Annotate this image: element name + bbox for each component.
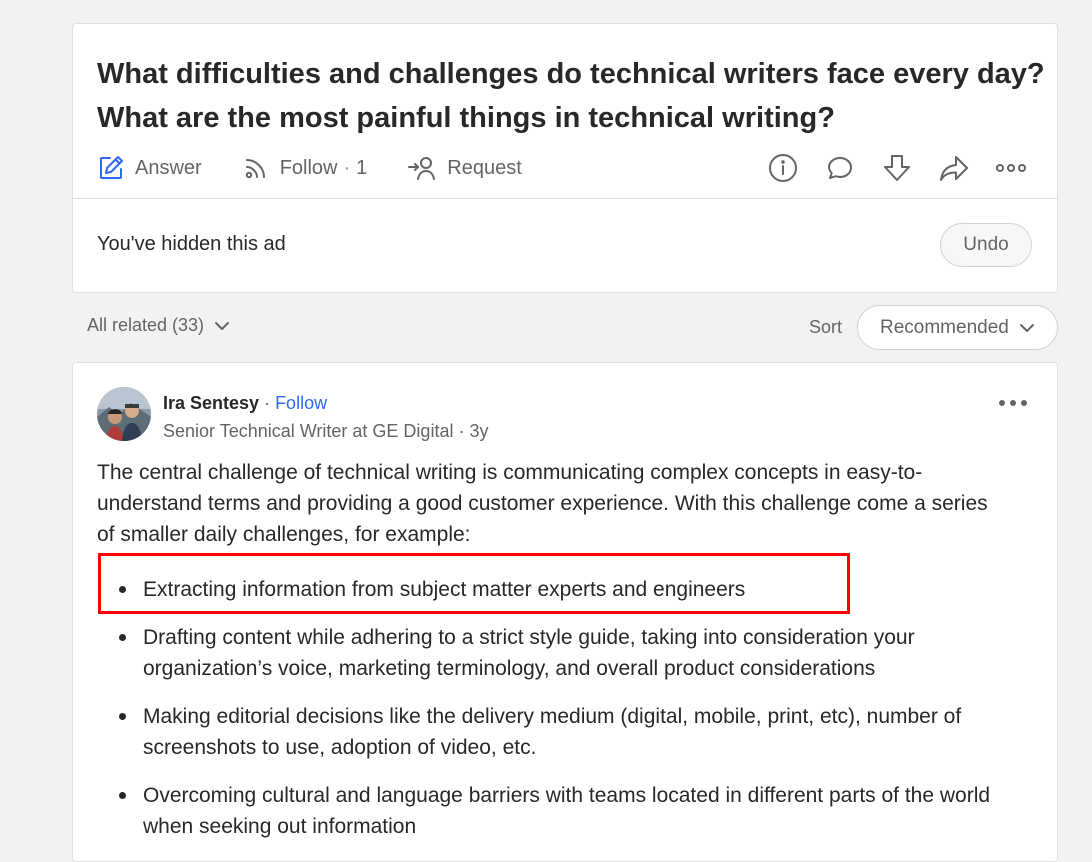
downvote-button[interactable]: [875, 148, 919, 188]
question-action-row: Answer Follow · 1 Request: [97, 148, 1033, 188]
list-item: Extracting information from subject matt…: [97, 574, 997, 605]
comment-button[interactable]: [818, 148, 862, 188]
question-card: What difficulties and challenges do tech…: [72, 23, 1058, 198]
request-button[interactable]: Request: [407, 148, 522, 188]
hidden-ad-message: You've hidden this ad: [97, 233, 286, 255]
avatar-photo: [97, 387, 151, 441]
chevron-down-icon: [215, 321, 230, 330]
undo-button[interactable]: Undo: [940, 223, 1032, 267]
sort-value: Recommended: [880, 316, 1009, 338]
question-more-button[interactable]: [989, 148, 1033, 188]
answer-intro: The central challenge of technical writi…: [97, 461, 988, 546]
follow-signal-icon: [245, 159, 265, 179]
pencil-icon: [100, 156, 123, 179]
more-icon: [996, 164, 1026, 172]
share-button[interactable]: [932, 148, 976, 188]
follow-question-button[interactable]: Follow · 1: [242, 148, 368, 188]
follow-count: 1: [356, 156, 368, 179]
follow-label: Follow: [279, 156, 338, 179]
comment-icon: [828, 157, 852, 179]
question-title[interactable]: What difficulties and challenges do tech…: [97, 52, 1047, 140]
sort-label: Sort: [809, 317, 843, 337]
more-icon: [999, 400, 1027, 406]
list-item: Making editorial decisions like the deli…: [97, 701, 997, 763]
list-item: Overcoming cultural and language barrier…: [97, 780, 997, 842]
chevron-down-icon: [1019, 323, 1034, 332]
request-person-icon: [408, 157, 436, 180]
all-related-label: All related (33): [87, 315, 205, 335]
info-button[interactable]: [761, 148, 805, 188]
author-line: Ira Sentesy · Follow: [163, 393, 327, 414]
follow-separator: ·: [343, 156, 351, 179]
answer-card: Ira Sentesy · Follow Senior Technical Wr…: [72, 362, 1058, 862]
answer-button[interactable]: Answer: [97, 148, 202, 188]
answer-more-button[interactable]: [993, 391, 1033, 415]
all-related-dropdown[interactable]: All related (33): [87, 315, 230, 336]
author-credential: Senior Technical Writer at GE Digital · …: [163, 421, 489, 441]
request-label: Request: [447, 156, 522, 179]
list-item: Drafting content while adhering to a str…: [97, 622, 997, 684]
author-separator: ·: [264, 393, 271, 413]
author-name[interactable]: Ira Sentesy: [163, 393, 259, 414]
hidden-ad-card: You've hidden this ad Undo: [72, 198, 1058, 293]
downvote-icon: [884, 155, 910, 181]
follow-author-link[interactable]: Follow: [275, 393, 327, 414]
answer-bullet-list: Extracting information from subject matt…: [97, 574, 997, 859]
share-icon: [940, 156, 968, 181]
sort-dropdown[interactable]: Recommended: [857, 305, 1058, 350]
question-icon-group: [748, 148, 1033, 188]
info-icon: [769, 154, 797, 182]
answer-label: Answer: [135, 156, 202, 179]
avatar[interactable]: [97, 387, 151, 441]
